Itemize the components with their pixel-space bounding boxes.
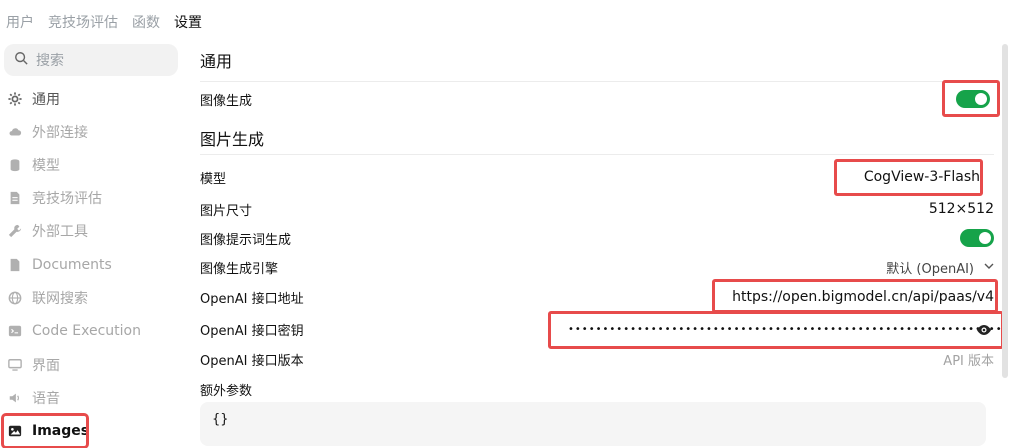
- sidebar-item-images[interactable]: Images: [1, 413, 90, 448]
- database-icon: [8, 158, 22, 172]
- highlight-box: [834, 159, 983, 196]
- sidebar-item-general[interactable]: 通用: [8, 84, 178, 114]
- document-icon: [8, 191, 22, 205]
- extra-params-label: 额外参数: [200, 383, 253, 399]
- sidebar-item-label: Documents: [32, 257, 112, 273]
- sidebar-item-documents[interactable]: Documents: [8, 250, 178, 280]
- search-placeholder: 搜索: [36, 53, 64, 69]
- sidebar-item-code-execution[interactable]: Code Execution: [8, 316, 178, 346]
- sidebar-search[interactable]: 搜索: [4, 44, 178, 76]
- api-url-label: OpenAI 接口地址: [200, 291, 304, 307]
- section-image-title: 图片生成: [200, 130, 265, 149]
- sidebar-item-label: 外部工具: [32, 224, 88, 240]
- sidebar-item-label: 外部连接: [32, 125, 88, 141]
- engine-select[interactable]: 默认 (OpenAI): [886, 258, 994, 277]
- sidebar-item-models[interactable]: 模型: [8, 150, 178, 180]
- prompt-generation-row: 图像提示词生成: [200, 225, 994, 251]
- image-size-row: 图片尺寸 512×512: [200, 196, 994, 222]
- divider: [200, 154, 994, 155]
- nav-functions[interactable]: 函数: [132, 12, 160, 32]
- sidebar-item-tools[interactable]: 外部工具: [8, 216, 178, 246]
- extra-params-textarea[interactable]: {}: [200, 402, 986, 446]
- sidebar: 搜索: [0, 44, 182, 76]
- sidebar-item-audio[interactable]: 语音: [8, 383, 178, 413]
- sidebar-item-label: Images: [32, 423, 90, 439]
- image-size-label: 图片尺寸: [200, 203, 253, 219]
- sidebar-item-label: 联网搜索: [32, 291, 88, 307]
- image-size-value[interactable]: 512×512: [929, 201, 994, 217]
- model-label: 模型: [200, 171, 227, 187]
- nav-settings[interactable]: 设置: [174, 12, 202, 32]
- engine-label: 图像生成引擎: [200, 261, 279, 277]
- sidebar-item-arena[interactable]: 竞技场评估: [8, 183, 178, 213]
- speaker-icon: [8, 391, 22, 405]
- file-icon: [8, 258, 22, 272]
- settings-main: 通用: [200, 44, 996, 72]
- extra-params-value: {}: [212, 412, 229, 427]
- section-general-title: 通用: [200, 52, 233, 71]
- api-version-row: OpenAI 接口版本 API 版本: [200, 346, 994, 372]
- sidebar-item-label: 语音: [32, 391, 60, 407]
- scrollbar[interactable]: [1002, 44, 1008, 378]
- sidebar-item-interface[interactable]: 界面: [8, 350, 178, 380]
- highlight-box: [548, 311, 1004, 349]
- globe-icon: [8, 291, 22, 305]
- sidebar-item-label: 通用: [32, 92, 60, 108]
- api-version-input[interactable]: API 版本: [943, 350, 994, 369]
- sidebar-item-web-search[interactable]: 联网搜索: [8, 283, 178, 313]
- sidebar-item-label: 模型: [32, 158, 60, 174]
- prompt-generation-toggle[interactable]: [960, 229, 994, 247]
- image-generation-label: 图像生成: [200, 93, 253, 109]
- sidebar-item-connections[interactable]: 外部连接: [8, 117, 178, 147]
- nav-arena[interactable]: 竞技场评估: [48, 12, 118, 32]
- sidebar-item-label: Code Execution: [32, 323, 141, 339]
- gear-icon: [8, 92, 22, 106]
- prompt-generation-label: 图像提示词生成: [200, 232, 292, 248]
- wrench-icon: [8, 224, 22, 238]
- monitor-icon: [8, 358, 22, 372]
- engine-row: 图像生成引擎 默认 (OpenAI): [200, 254, 994, 280]
- chevron-down-icon: [984, 260, 994, 275]
- api-version-label: OpenAI 接口版本: [200, 353, 304, 369]
- top-nav: 用户 竞技场评估 函数 设置: [6, 12, 202, 32]
- extra-params-row: 额外参数: [200, 376, 994, 402]
- search-icon: [14, 51, 28, 69]
- highlight-box: [942, 80, 1000, 117]
- cloud-icon: [8, 125, 22, 139]
- nav-users[interactable]: 用户: [6, 12, 34, 32]
- sidebar-item-label: 竞技场评估: [32, 191, 102, 207]
- engine-value: 默认 (OpenAI): [886, 261, 974, 277]
- sidebar-item-label: 界面: [32, 358, 60, 374]
- divider: [200, 81, 994, 82]
- terminal-icon: [8, 324, 22, 338]
- image-generation-row: 图像生成: [200, 86, 994, 112]
- image-icon: [8, 424, 22, 438]
- highlight-box: [712, 279, 998, 313]
- api-key-label: OpenAI 接口密钥: [200, 323, 304, 339]
